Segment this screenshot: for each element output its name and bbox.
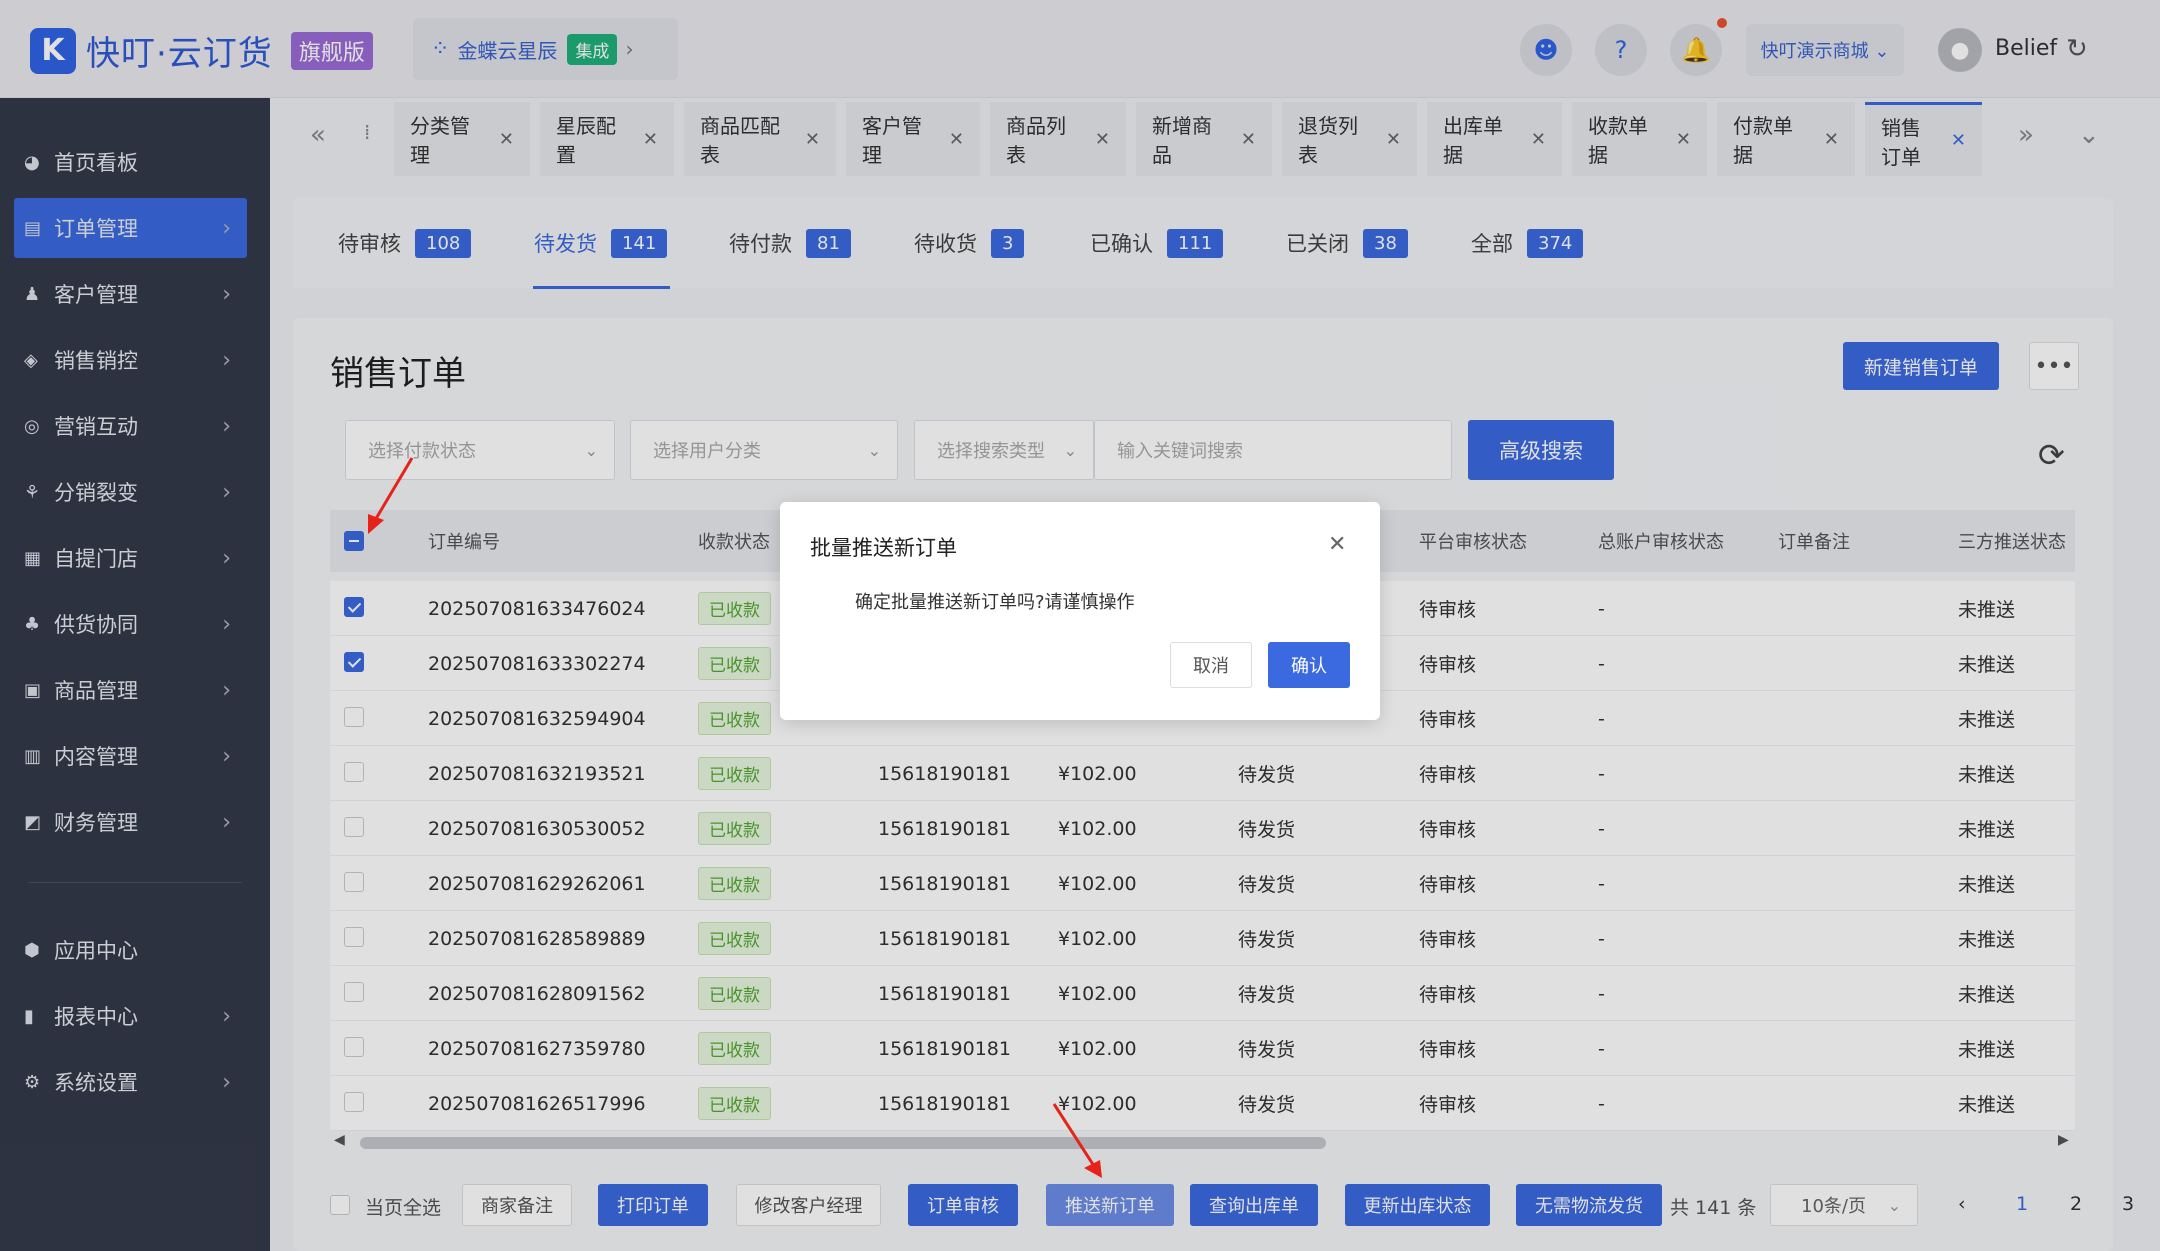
- arrow-to-checkbox-head: [368, 514, 384, 534]
- arrow-to-push-button: [1052, 1103, 1096, 1167]
- annotation-arrows: [368, 457, 1102, 1178]
- arrow-to-checkbox: [372, 457, 414, 523]
